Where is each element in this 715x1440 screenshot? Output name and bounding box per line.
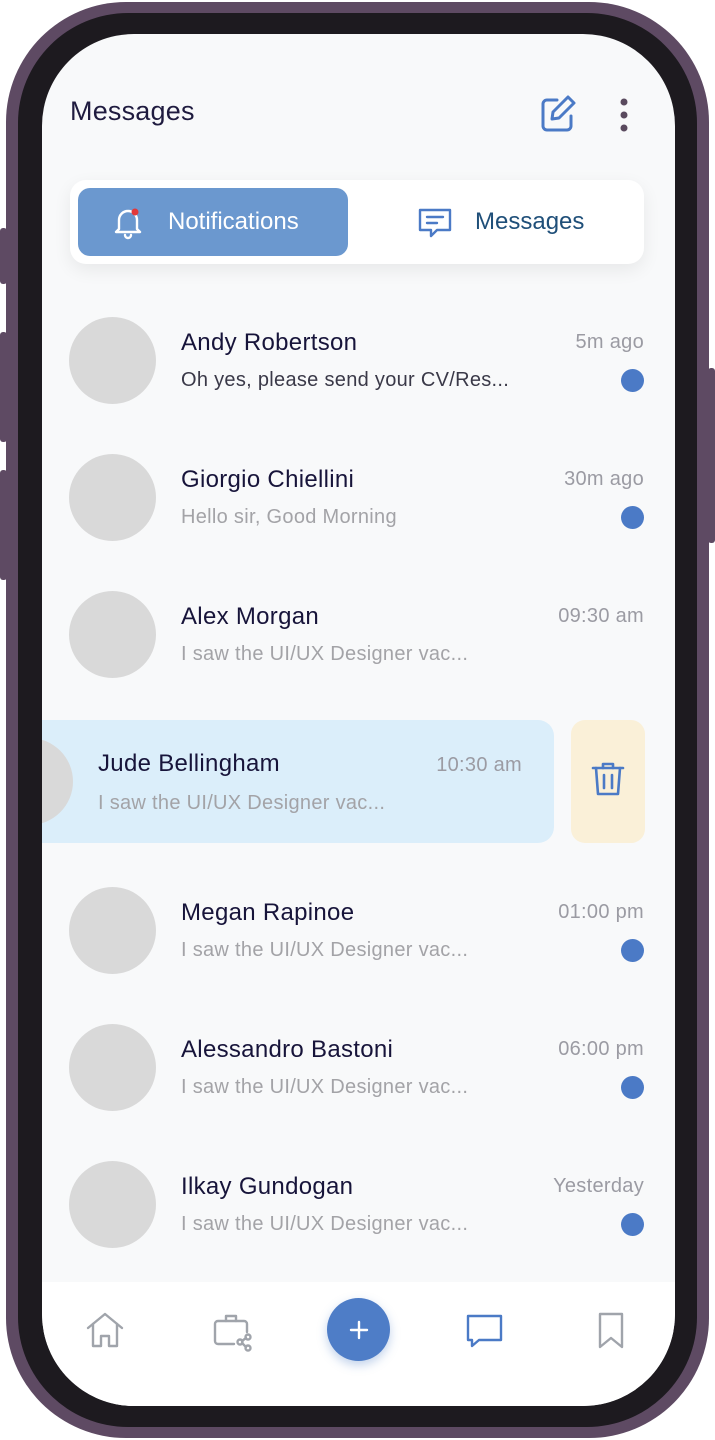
briefcase-share-icon[interactable]: [210, 1308, 254, 1352]
delete-button[interactable]: [571, 720, 645, 843]
unread-dot: [621, 1213, 644, 1236]
tab-notifications[interactable]: Notifications: [78, 188, 348, 256]
app-screen: Messages Notifications Messages Andy Rob…: [42, 34, 675, 1406]
trash-icon: [588, 759, 628, 804]
chat-icon[interactable]: [463, 1308, 507, 1352]
message-preview: Oh yes, please send your CV/Res...: [181, 369, 510, 391]
message-time: Yesterday: [553, 1175, 644, 1197]
tab-messages[interactable]: Messages: [370, 188, 636, 256]
message-row[interactable]: Alex Morgan I saw the UI/UX Designer vac…: [42, 591, 675, 691]
message-preview: Hello sir, Good Morning: [181, 506, 397, 528]
phone-side-button: [0, 332, 7, 442]
sender-name: Megan Rapinoe: [181, 899, 355, 926]
unread-dot: [621, 369, 644, 392]
unread-dot: [621, 939, 644, 962]
bell-icon: [108, 202, 148, 242]
sender-name: Andy Robertson: [181, 329, 358, 356]
message-preview: I saw the UI/UX Designer vac...: [181, 1213, 469, 1235]
message-preview: I saw the UI/UX Designer vac...: [181, 1076, 469, 1098]
message-row[interactable]: Andy Robertson Oh yes, please send your …: [42, 317, 675, 417]
avatar: [69, 1024, 156, 1111]
message-time: 5m ago: [575, 331, 644, 353]
message-time: 30m ago: [564, 468, 644, 490]
avatar: [42, 738, 73, 825]
avatar: [69, 887, 156, 974]
unread-dot: [621, 1076, 644, 1099]
chat-icon: [415, 202, 455, 242]
sender-name: Jude Bellingham: [98, 750, 280, 777]
add-button[interactable]: [327, 1298, 390, 1361]
home-icon[interactable]: [83, 1308, 127, 1352]
message-time: 06:00 pm: [558, 1038, 644, 1060]
sender-name: Giorgio Chiellini: [181, 466, 355, 493]
phone-side-button: [708, 368, 715, 543]
message-preview: I saw the UI/UX Designer vac...: [181, 643, 469, 665]
sender-name: Alex Morgan: [181, 603, 320, 630]
tab-switcher: Notifications Messages: [70, 180, 644, 264]
phone-side-button: [0, 470, 7, 580]
message-preview: I saw the UI/UX Designer vac...: [98, 792, 386, 814]
message-time: 09:30 am: [558, 605, 644, 627]
bookmark-icon[interactable]: [590, 1308, 634, 1352]
tab-notifications-label: Notifications: [168, 208, 299, 235]
phone-side-button: [0, 228, 7, 284]
avatar: [69, 317, 156, 404]
tab-messages-label: Messages: [475, 208, 585, 235]
message-row[interactable]: Alessandro Bastoni I saw the UI/UX Desig…: [42, 1024, 675, 1124]
unread-dot: [621, 506, 644, 529]
avatar: [69, 454, 156, 541]
compose-icon[interactable]: [539, 94, 577, 134]
message-time: 10:30 am: [436, 754, 522, 776]
message-preview: I saw the UI/UX Designer vac...: [181, 939, 469, 961]
more-options-icon[interactable]: [614, 96, 634, 134]
message-time: 01:00 pm: [558, 901, 644, 923]
avatar: [69, 591, 156, 678]
message-row-swiped[interactable]: Jude Bellingham I saw the UI/UX Designer…: [42, 720, 554, 843]
plus-icon: [349, 1320, 368, 1339]
message-row[interactable]: Giorgio Chiellini Hello sir, Good Mornin…: [42, 454, 675, 554]
avatar: [69, 1161, 156, 1248]
bottom-nav: [42, 1282, 675, 1406]
message-row[interactable]: Ilkay Gundogan I saw the UI/UX Designer …: [42, 1161, 675, 1261]
page-title: Messages: [70, 96, 195, 126]
sender-name: Alessandro Bastoni: [181, 1036, 394, 1063]
message-row[interactable]: Megan Rapinoe I saw the UI/UX Designer v…: [42, 887, 675, 987]
sender-name: Ilkay Gundogan: [181, 1173, 354, 1200]
